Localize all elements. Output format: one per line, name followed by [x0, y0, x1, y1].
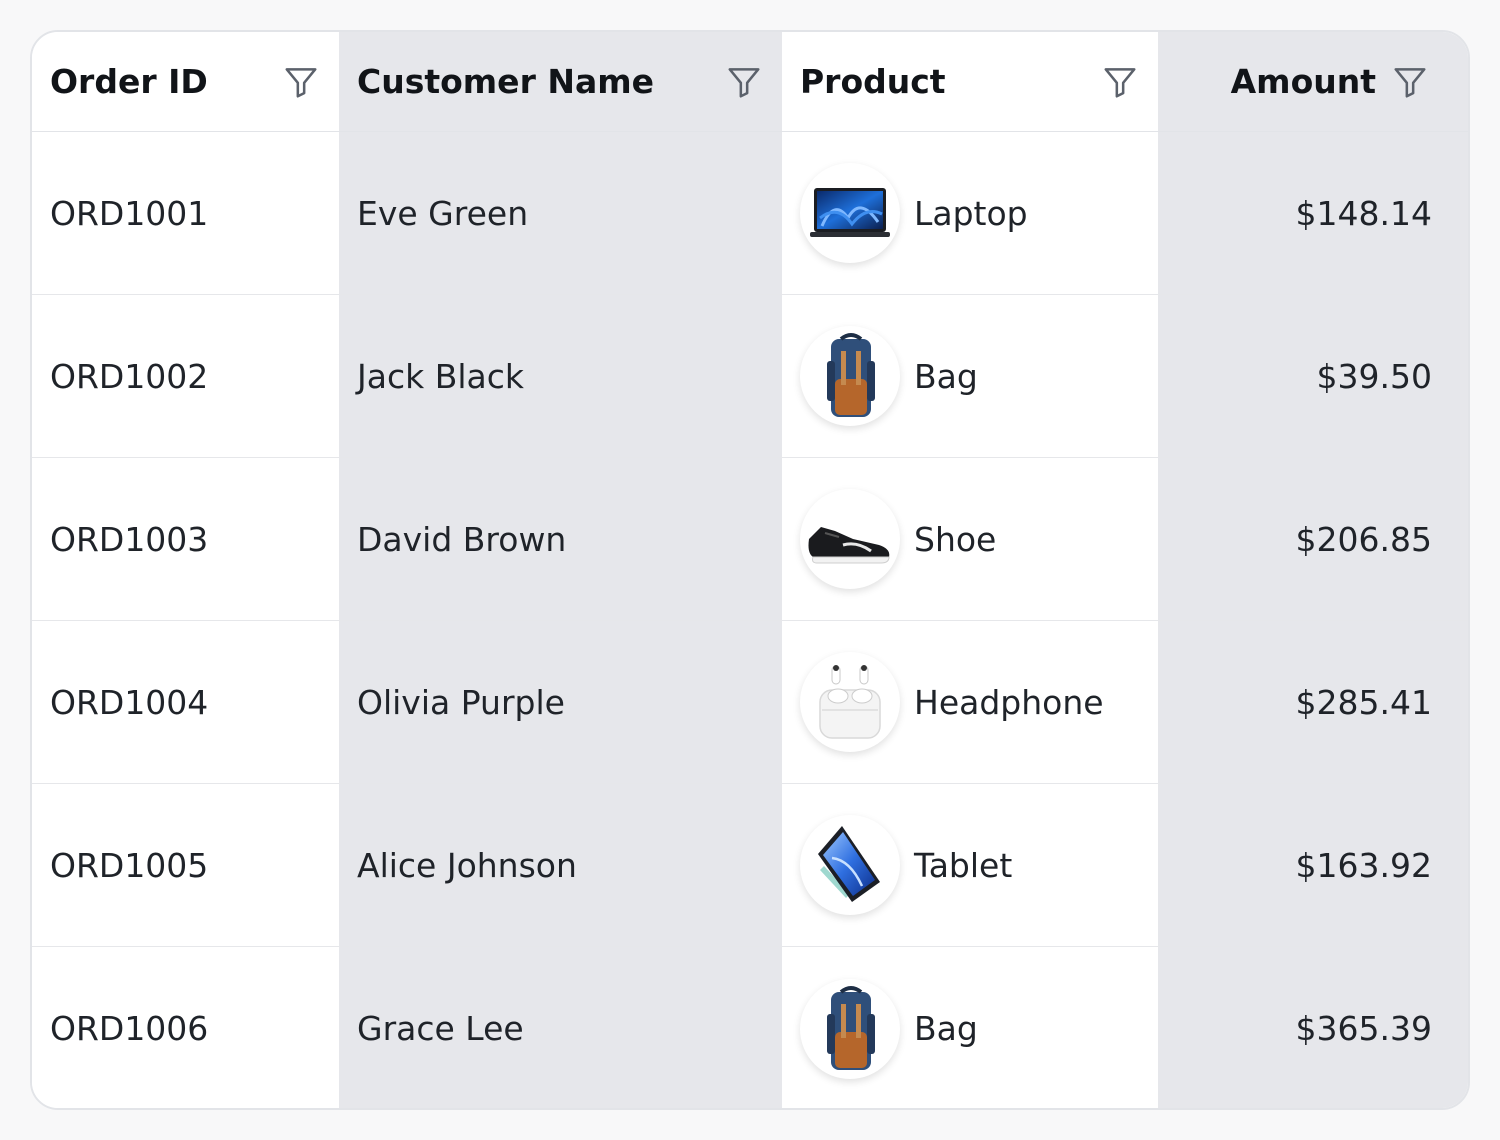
filter-icon[interactable] [724, 62, 764, 102]
column-header-label: Order ID [50, 62, 208, 101]
cell-product[interactable]: Bag [782, 295, 1158, 458]
cell-amount[interactable]: $365.39 [1158, 947, 1468, 1108]
cell-amount[interactable]: $163.92 [1158, 784, 1468, 947]
filter-icon[interactable] [281, 62, 321, 102]
orders-data-grid: Order ID Customer Name Product Amount OR… [30, 30, 1470, 1110]
product-name: Laptop [914, 193, 1028, 233]
cell-customer-name[interactable]: Alice Johnson [339, 784, 782, 947]
earbuds-icon [800, 652, 900, 752]
backpack-icon [800, 326, 900, 426]
cell-product[interactable]: Shoe [782, 458, 1158, 621]
cell-amount[interactable]: $39.50 [1158, 295, 1468, 458]
tablet-icon [800, 815, 900, 915]
cell-order-id[interactable]: ORD1001 [32, 132, 339, 295]
cell-customer-name[interactable]: David Brown [339, 458, 782, 621]
cell-customer-name[interactable]: Grace Lee [339, 947, 782, 1108]
column-header-label: Product [800, 62, 946, 101]
column-header-label: Customer Name [357, 62, 654, 101]
cell-customer-name[interactable]: Eve Green [339, 132, 782, 295]
column-header-amount[interactable]: Amount [1158, 32, 1468, 132]
cell-order-id[interactable]: ORD1003 [32, 458, 339, 621]
column-header-customer-name[interactable]: Customer Name [339, 32, 782, 132]
cell-product[interactable]: Headphone [782, 621, 1158, 784]
cell-amount[interactable]: $148.14 [1158, 132, 1468, 295]
cell-customer-name[interactable]: Jack Black [339, 295, 782, 458]
product-name: Bag [914, 356, 978, 396]
cell-order-id[interactable]: ORD1002 [32, 295, 339, 458]
column-header-product[interactable]: Product [782, 32, 1158, 132]
cell-amount[interactable]: $285.41 [1158, 621, 1468, 784]
product-name: Bag [914, 1009, 978, 1048]
product-name: Shoe [914, 519, 997, 559]
backpack-icon [800, 978, 900, 1079]
cell-product[interactable]: Laptop [782, 132, 1158, 295]
cell-order-id[interactable]: ORD1005 [32, 784, 339, 947]
laptop-icon [800, 163, 900, 263]
product-name: Tablet [914, 845, 1013, 885]
column-header-label: Amount [1230, 62, 1376, 101]
cell-product[interactable]: Tablet [782, 784, 1158, 947]
filter-icon[interactable] [1390, 62, 1430, 102]
cell-customer-name[interactable]: Olivia Purple [339, 621, 782, 784]
cell-product[interactable]: Bag [782, 947, 1158, 1108]
product-name: Headphone [914, 682, 1104, 722]
column-header-order-id[interactable]: Order ID [32, 32, 339, 132]
cell-order-id[interactable]: ORD1006 [32, 947, 339, 1108]
filter-icon[interactable] [1100, 62, 1140, 102]
cell-amount[interactable]: $206.85 [1158, 458, 1468, 621]
cell-order-id[interactable]: ORD1004 [32, 621, 339, 784]
page: Order ID Customer Name Product Amount OR… [0, 0, 1500, 1140]
sneaker-icon [800, 489, 900, 589]
